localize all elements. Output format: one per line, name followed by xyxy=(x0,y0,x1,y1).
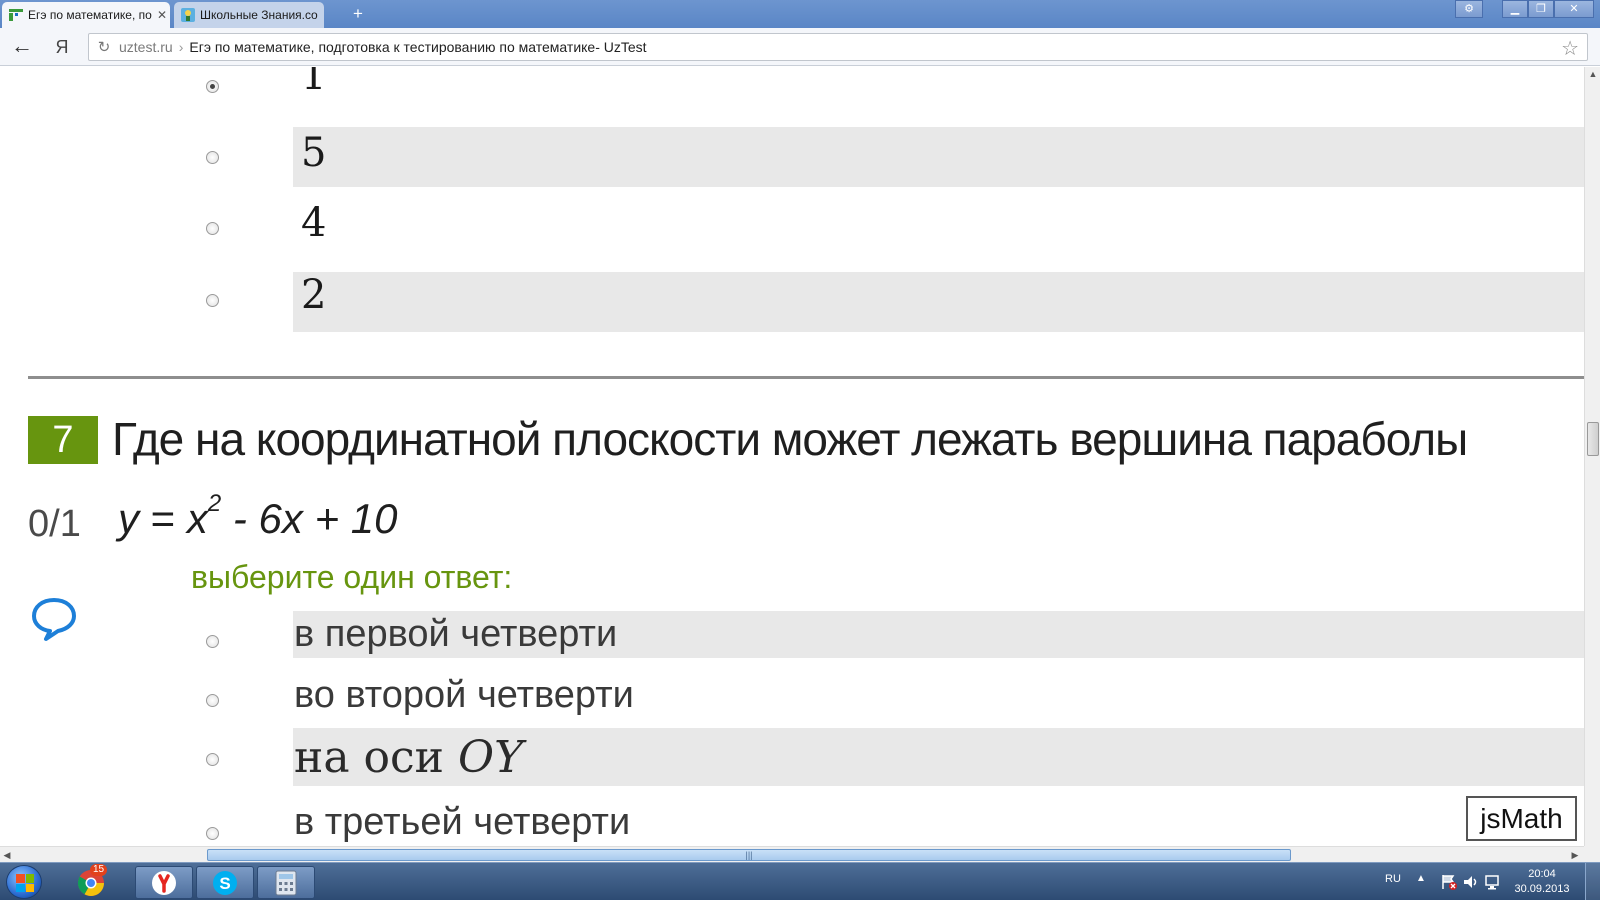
skype-icon: S xyxy=(213,870,237,895)
horizontal-scroll-thumb[interactable]: ||| xyxy=(207,849,1291,861)
system-clock[interactable]: 20:04 30.09.2013 xyxy=(1512,867,1572,897)
calculator-icon xyxy=(275,870,297,895)
yandex-browser-icon xyxy=(152,870,176,895)
reload-icon[interactable]: ↻ xyxy=(93,38,115,56)
answer-radio-4[interactable] xyxy=(206,222,219,235)
comment-bubble-icon[interactable] xyxy=(30,594,78,642)
answer-option[interactable]: 5 xyxy=(293,127,1584,187)
screen: Егэ по математике, по ✕ Школьные Знания.… xyxy=(0,0,1600,900)
close-window-icon[interactable]: ✕ xyxy=(1554,0,1594,18)
show-desktop-button[interactable] xyxy=(1585,863,1600,900)
url-page-title: Егэ по математике, подготовка к тестиров… xyxy=(189,39,647,55)
yandex-icon[interactable]: Я xyxy=(52,35,72,59)
answer-label: в первой четверти xyxy=(294,613,618,655)
clock-date: 30.09.2013 xyxy=(1514,883,1570,895)
question-text: Где на координатной плоскости может лежа… xyxy=(112,413,1468,465)
vertical-scrollbar[interactable]: ▲ xyxy=(1584,67,1600,846)
taskbar: 15 S RU ▲ 20:04 30.09.2013 xyxy=(0,862,1600,900)
question-number-badge: 7 xyxy=(28,416,98,464)
answer-label: в третьей четверти xyxy=(294,801,631,843)
url-domain: uztest.ru xyxy=(119,39,173,55)
tab-title: Егэ по математике, по xyxy=(28,8,152,22)
question-formula: y = x2 - 6x + 10 xyxy=(118,490,398,543)
clock-time: 20:04 xyxy=(1528,868,1556,880)
keyboard-language[interactable]: RU xyxy=(1385,873,1401,885)
show-hidden-icons-icon[interactable]: ▲ xyxy=(1416,873,1426,884)
skype-taskbar-icon[interactable]: S xyxy=(196,866,254,899)
answer-option[interactable]: 1 xyxy=(293,67,1584,107)
formula-exponent: 2 xyxy=(207,490,222,517)
tab-uztest[interactable]: Егэ по математике, по ✕ xyxy=(2,2,170,28)
jsmath-button[interactable]: jsMath xyxy=(1466,796,1577,841)
answer-radio-2[interactable] xyxy=(206,294,219,307)
calculator-taskbar-icon[interactable] xyxy=(257,866,315,899)
close-icon[interactable]: ✕ xyxy=(154,8,170,22)
answer-radio-5[interactable] xyxy=(206,151,219,164)
answer-label: 1 xyxy=(301,67,327,99)
answer-option[interactable]: во второй четверти xyxy=(293,670,1584,720)
new-tab-plus-icon[interactable]: + xyxy=(348,5,368,23)
network-icon[interactable] xyxy=(1484,873,1502,891)
vertical-scroll-thumb[interactable] xyxy=(1587,422,1599,456)
answer-radio-1[interactable] xyxy=(206,80,219,93)
scroll-up-icon[interactable]: ▲ xyxy=(1585,67,1600,81)
scrollbar-corner xyxy=(1584,846,1600,862)
tab-znanija[interactable]: Школьные Знания.co xyxy=(174,2,324,28)
page-content: 1 5 4 2 7 Где на координатной плоскости … xyxy=(0,67,1584,846)
question-score: 0/1 xyxy=(28,503,81,545)
formula-lhs: y xyxy=(118,495,139,542)
answer-label: на оси xyxy=(294,732,458,783)
answer-radio-first-quarter[interactable] xyxy=(206,635,219,648)
bookmark-star-icon[interactable]: ☆ xyxy=(1561,36,1579,61)
answer-prompt: выберите один ответ: xyxy=(191,559,513,595)
volume-icon[interactable] xyxy=(1462,873,1480,891)
settings-gear-icon[interactable]: ⚙ xyxy=(1455,0,1483,18)
formula-equals: = xyxy=(139,495,187,542)
answer-option[interactable]: 4 xyxy=(293,197,1584,257)
znanija-favicon-icon xyxy=(181,8,195,22)
answer-option[interactable]: в третьей четверти xyxy=(293,797,1584,846)
question-divider xyxy=(28,376,1584,379)
horizontal-scrollbar[interactable]: ◀ ||| ▶ xyxy=(0,846,1584,862)
notification-badge: 15 xyxy=(90,864,108,876)
uztest-favicon-icon xyxy=(9,9,23,21)
address-bar[interactable]: ↻ uztest.ru › Егэ по математике, подгото… xyxy=(88,33,1588,61)
formula-rest: - 6x + 10 xyxy=(221,495,398,542)
answer-radio-second-quarter[interactable] xyxy=(206,694,219,707)
answer-option[interactable]: 2 xyxy=(293,272,1584,332)
tab-strip: Егэ по математике, по ✕ Школьные Знания.… xyxy=(0,0,1600,28)
answer-label: 2 xyxy=(301,272,327,318)
scroll-right-icon[interactable]: ▶ xyxy=(1568,847,1582,863)
url-separator: › xyxy=(178,39,184,55)
tab-title: Школьные Знания.co xyxy=(200,8,318,22)
yandex-taskbar-icon[interactable] xyxy=(135,866,193,899)
restore-icon[interactable]: ❐ xyxy=(1528,0,1554,18)
formula-base: x xyxy=(186,495,208,542)
answer-radio-third-quarter[interactable] xyxy=(206,827,219,840)
answer-label: 4 xyxy=(301,200,327,246)
back-arrow-icon[interactable]: ← xyxy=(10,35,34,59)
answer-option[interactable]: на оси OY xyxy=(293,728,1584,786)
windows-logo-icon xyxy=(16,874,34,892)
minimize-icon[interactable]: ▁ xyxy=(1502,0,1528,18)
answer-radio-oy-axis[interactable] xyxy=(206,753,219,766)
answer-label: во второй четверти xyxy=(294,674,634,716)
scroll-left-icon[interactable]: ◀ xyxy=(0,847,14,863)
answer-label: 5 xyxy=(301,130,327,176)
answer-option[interactable]: в первой четверти xyxy=(293,611,1584,658)
answer-math: OY xyxy=(458,732,524,783)
svg-text:S: S xyxy=(219,874,230,893)
browser-toolbar: ← Я ↻ uztest.ru › Егэ по математике, под… xyxy=(0,28,1600,66)
windows-start-icon[interactable] xyxy=(6,865,42,899)
action-center-flag-icon[interactable] xyxy=(1440,873,1458,891)
